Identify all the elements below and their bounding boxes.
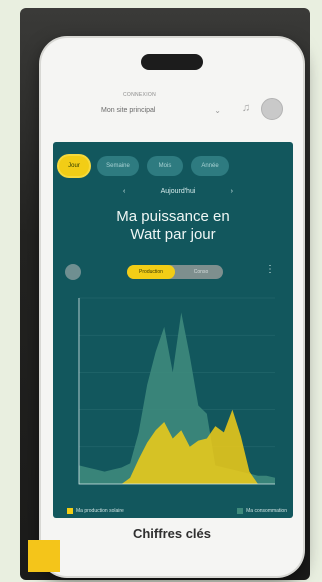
tab-month[interactable]: Mois	[147, 156, 183, 176]
power-chart	[78, 297, 275, 485]
legend-consumption-label: Ma consommation	[246, 508, 287, 514]
power-panel: Jour Semaine Mois Année ‹ Aujourd'hui › …	[53, 142, 293, 518]
tab-year[interactable]: Année	[191, 156, 229, 176]
more-options-icon[interactable]: ⋮	[265, 264, 275, 275]
chevron-left-icon[interactable]: ‹	[123, 188, 125, 195]
avatar[interactable]	[261, 98, 283, 120]
tab-year-label: Année	[201, 163, 219, 169]
back-circle-button[interactable]	[65, 264, 81, 280]
site-select-value: Mon site principal	[101, 106, 156, 114]
chevron-right-icon[interactable]: ›	[231, 188, 233, 195]
legend-production-label: Ma production solaire	[76, 508, 124, 514]
legend-consumption: Ma consommation	[237, 506, 287, 516]
mode-toggle[interactable]: Production Conso	[127, 265, 223, 279]
date-navigator: ‹ Aujourd'hui ›	[123, 184, 233, 198]
chart-title: Ma puissance en Watt par jour	[53, 208, 293, 244]
chart-title-line1: Ma puissance en	[116, 208, 230, 225]
corner-accent	[28, 540, 60, 572]
chart-legend: Ma production solaire Ma consommation	[67, 506, 287, 516]
key-figures-title: Chiffres clés	[132, 526, 212, 541]
site-select[interactable]: Mon site principal ⌄	[101, 100, 221, 120]
current-date: Aujourd'hui	[160, 187, 196, 195]
tab-day[interactable]: Jour	[59, 156, 89, 176]
chart-title-line2: Watt par jour	[130, 226, 216, 243]
notification-bell-icon[interactable]: ♫	[239, 102, 253, 116]
toggle-consumption[interactable]: Conso	[179, 265, 223, 279]
toggle-production[interactable]: Production	[127, 265, 175, 279]
chevron-down-icon: ⌄	[214, 105, 221, 115]
tab-day-label: Jour	[68, 163, 80, 169]
tab-month-label: Mois	[158, 163, 172, 169]
chart-controls: Production Conso ⋮	[53, 262, 293, 282]
legend-consumption-swatch	[237, 508, 244, 514]
phone-frame: CONNEXION Mon site principal ⌄ ♫ Jour Se…	[41, 38, 303, 576]
app-header: CONNEXION Mon site principal ⌄ ♫	[41, 88, 303, 138]
phone-notch	[141, 54, 203, 70]
tab-week[interactable]: Semaine	[97, 156, 139, 176]
tab-week-label: Semaine	[106, 163, 130, 169]
period-tabs: Jour Semaine Mois Année	[59, 156, 287, 178]
legend-production-swatch	[67, 508, 73, 514]
legend-production: Ma production solaire	[67, 506, 124, 516]
brand-label: CONNEXION	[123, 92, 156, 98]
